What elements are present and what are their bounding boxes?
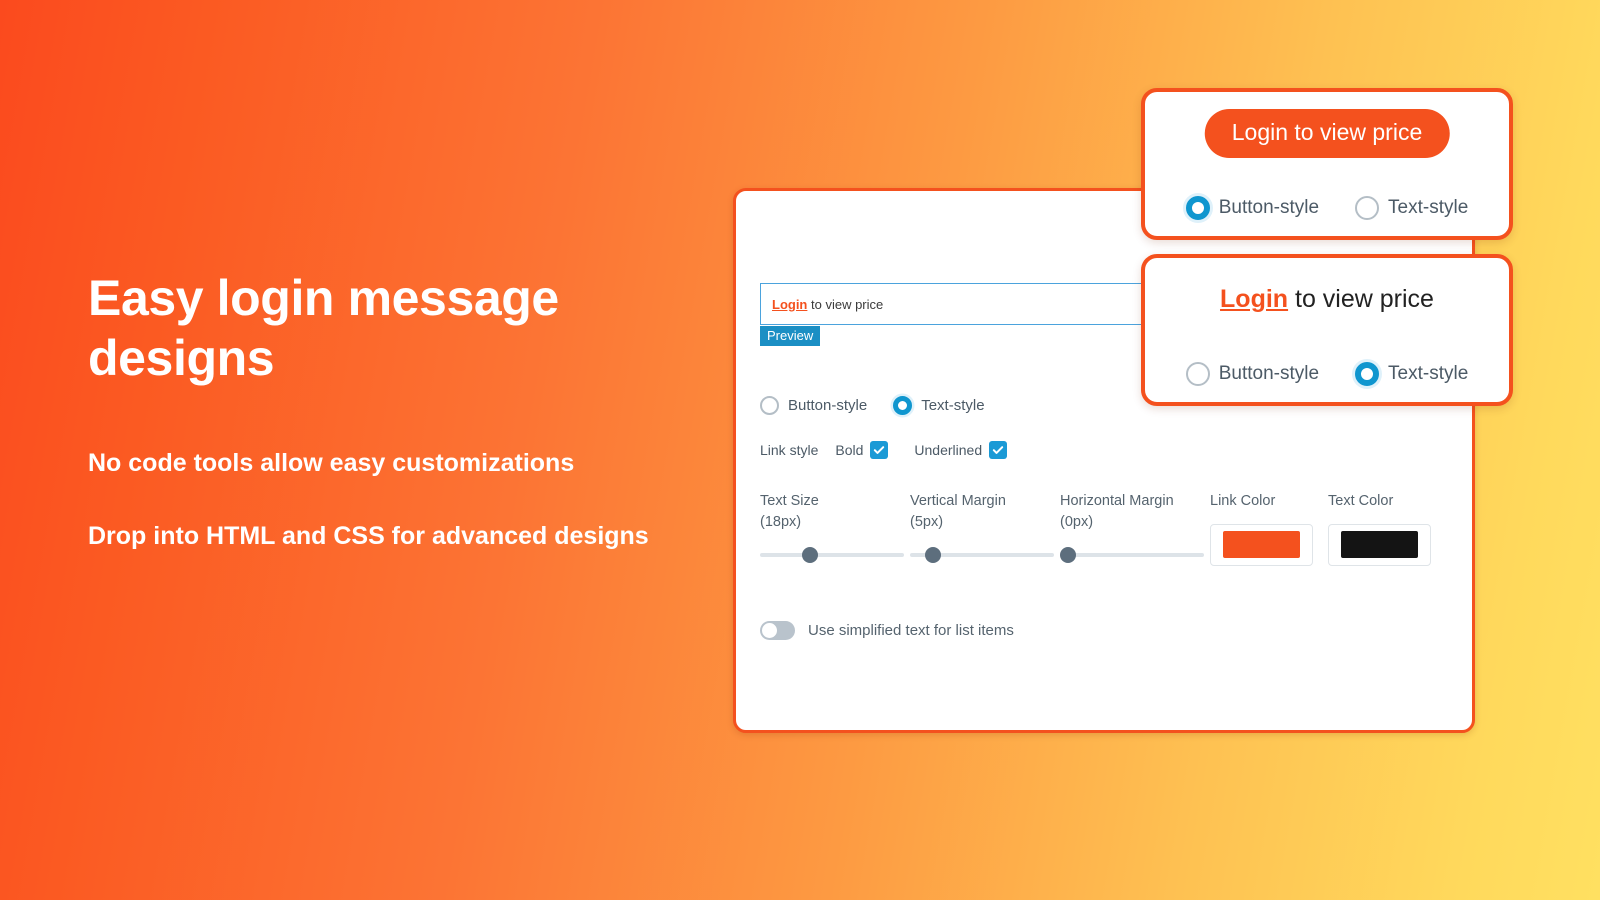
- toggle-knob-icon: [762, 623, 777, 638]
- hero-subtitle-2: Drop into HTML and CSS for advanced desi…: [88, 521, 649, 550]
- radio-label-text-style: Text-style: [921, 397, 985, 414]
- preview-input-text: Login to view price: [772, 297, 883, 312]
- preview-rest-text: to view price: [807, 296, 884, 312]
- toggle-label-simplified-text: Use simplified text for list items: [808, 622, 1014, 639]
- color-picker-link-color[interactable]: [1210, 523, 1313, 566]
- radio-icon-text-style[interactable]: [893, 396, 913, 415]
- card-a-radio-group: Button-style Text-style: [1145, 196, 1509, 220]
- slider-vertical-margin[interactable]: [910, 547, 1054, 564]
- checkbox-icon-bold[interactable]: [870, 441, 889, 459]
- slider-label-horizontal-margin: Horizontal Margin: [1060, 493, 1174, 509]
- color-label-link-color: Link Color: [1210, 493, 1276, 509]
- callout-card-text-style: Login to view price Button-style Text-st…: [1141, 254, 1513, 406]
- card-b-radio-label-button-style: Button-style: [1218, 363, 1320, 384]
- card-a-radio-icon-button-style[interactable]: [1185, 196, 1210, 220]
- simplified-text-toggle-row[interactable]: Use simplified text for list items: [760, 621, 1014, 640]
- slider-thumb-text-size[interactable]: [802, 547, 818, 564]
- slider-label-vertical-margin: Vertical Margin: [910, 493, 1006, 509]
- card-a-radio-option-text-style[interactable]: Text-style: [1355, 196, 1468, 220]
- card-a-radio-icon-text-style[interactable]: [1355, 196, 1380, 220]
- color-picker-text-color[interactable]: [1328, 523, 1431, 566]
- login-pill-button[interactable]: Login to view price: [1204, 109, 1450, 158]
- slider-group-text-size: Text Size (18px): [760, 491, 910, 564]
- slider-group-vertical-margin: Vertical Margin (5px): [910, 491, 1060, 564]
- slider-label-text-size: Text Size: [760, 493, 819, 509]
- radio-option-button-style[interactable]: Button-style: [760, 396, 867, 415]
- card-b-radio-option-text-style[interactable]: Text-style: [1355, 362, 1468, 386]
- slider-thumb-vertical-margin[interactable]: [925, 547, 941, 564]
- link-style-label: Link style: [760, 442, 819, 458]
- card-b-radio-group: Button-style Text-style: [1145, 362, 1509, 386]
- card-a-radio-option-button-style[interactable]: Button-style: [1185, 196, 1320, 220]
- card-b-radio-option-button-style[interactable]: Button-style: [1185, 362, 1320, 386]
- callout-card-button-style: Login to view price Button-style Text-st…: [1141, 88, 1513, 240]
- checkbox-group-underlined[interactable]: Underlined: [914, 441, 1008, 459]
- slider-value-vertical-margin: (5px): [910, 513, 944, 530]
- checkbox-label-bold: Bold: [835, 442, 864, 458]
- card-b-radio-label-text-style: Text-style: [1388, 363, 1469, 384]
- slider-track-text-size[interactable]: [760, 553, 904, 558]
- page-title: Easy login message designs: [88, 270, 559, 386]
- controls-row: Text Size (18px) Vertical Margin (5px) H…: [760, 491, 1446, 566]
- hero-subtitle-1: No code tools allow easy customizations: [88, 449, 575, 477]
- card-b-link-word[interactable]: Login: [1220, 285, 1288, 313]
- color-label-text-color: Text Color: [1328, 493, 1394, 509]
- radio-icon-button-style[interactable]: [760, 396, 779, 415]
- toggle-switch-simplified-text[interactable]: [760, 621, 795, 640]
- card-a-radio-label-button-style: Button-style: [1218, 197, 1320, 218]
- checkbox-group-bold[interactable]: Bold: [835, 441, 889, 459]
- radio-label-button-style: Button-style: [788, 397, 868, 414]
- slider-track-horizontal-margin[interactable]: [1060, 553, 1204, 558]
- preview-badge: Preview: [760, 326, 821, 346]
- login-text-link-preview: Login to view price: [1220, 285, 1434, 314]
- slider-group-horizontal-margin: Horizontal Margin (0px): [1060, 491, 1210, 564]
- card-b-radio-icon-button-style[interactable]: [1185, 362, 1210, 386]
- card-a-radio-label-text-style: Text-style: [1388, 197, 1469, 218]
- checkbox-label-underlined: Underlined: [914, 442, 983, 458]
- slider-value-horizontal-margin: (0px): [1060, 513, 1094, 530]
- link-style-row: Link style Bold Underlined: [760, 441, 1008, 459]
- radio-option-text-style[interactable]: Text-style: [893, 396, 985, 415]
- color-swatch-link-color[interactable]: [1223, 531, 1300, 559]
- slider-horizontal-margin[interactable]: [1060, 547, 1204, 564]
- checkbox-icon-underlined[interactable]: [989, 441, 1008, 459]
- slider-text-size[interactable]: [760, 547, 904, 564]
- hero-copy: Easy login message designs No code tools…: [88, 268, 688, 553]
- slider-value-text-size: (18px): [760, 513, 802, 530]
- color-group-text-color: Text Color: [1328, 491, 1446, 566]
- panel-style-radio-group: Button-style Text-style: [760, 396, 985, 415]
- card-b-radio-icon-text-style[interactable]: [1355, 362, 1380, 386]
- card-b-rest-text: to view price: [1288, 285, 1434, 313]
- slider-thumb-horizontal-margin[interactable]: [1060, 547, 1076, 564]
- preview-link-word: Login: [772, 296, 808, 312]
- color-swatch-text-color[interactable]: [1341, 531, 1418, 559]
- color-group-link-color: Link Color: [1210, 491, 1328, 566]
